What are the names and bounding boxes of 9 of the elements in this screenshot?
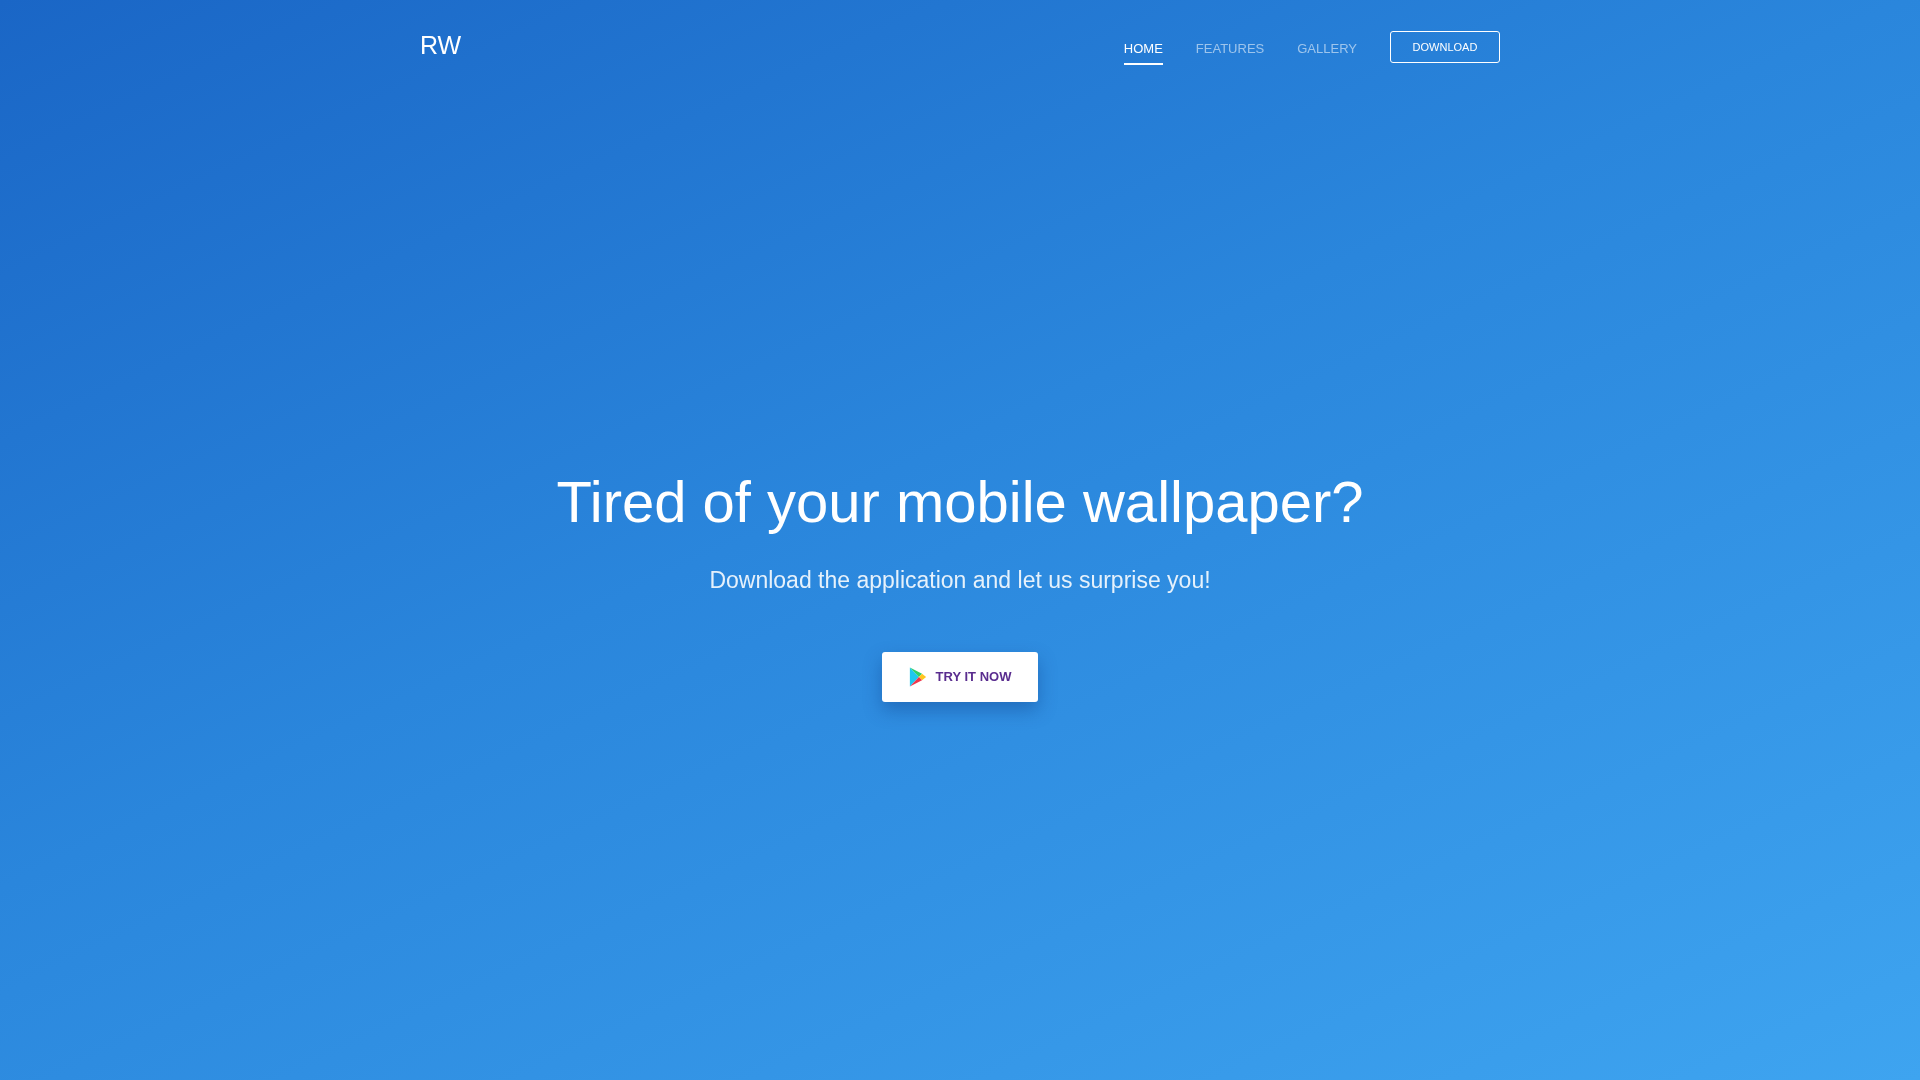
try-it-now-button[interactable]: TRY IT NOW (882, 651, 1038, 702)
nav-link[interactable]: GALLERY (1297, 31, 1357, 65)
download-button[interactable]: DOWNLOAD (1390, 31, 1500, 63)
play-triangle-icon (908, 666, 927, 687)
nav-link[interactable]: FEATURES (1195, 31, 1265, 65)
logo[interactable]: RW (420, 28, 462, 62)
hero-subtitle: Download the application and let us surprise you! (709, 565, 1211, 595)
nav-link[interactable]: HOME (1123, 31, 1163, 65)
hero-heading: Tired of your mobile wallpaper? (556, 467, 1364, 536)
